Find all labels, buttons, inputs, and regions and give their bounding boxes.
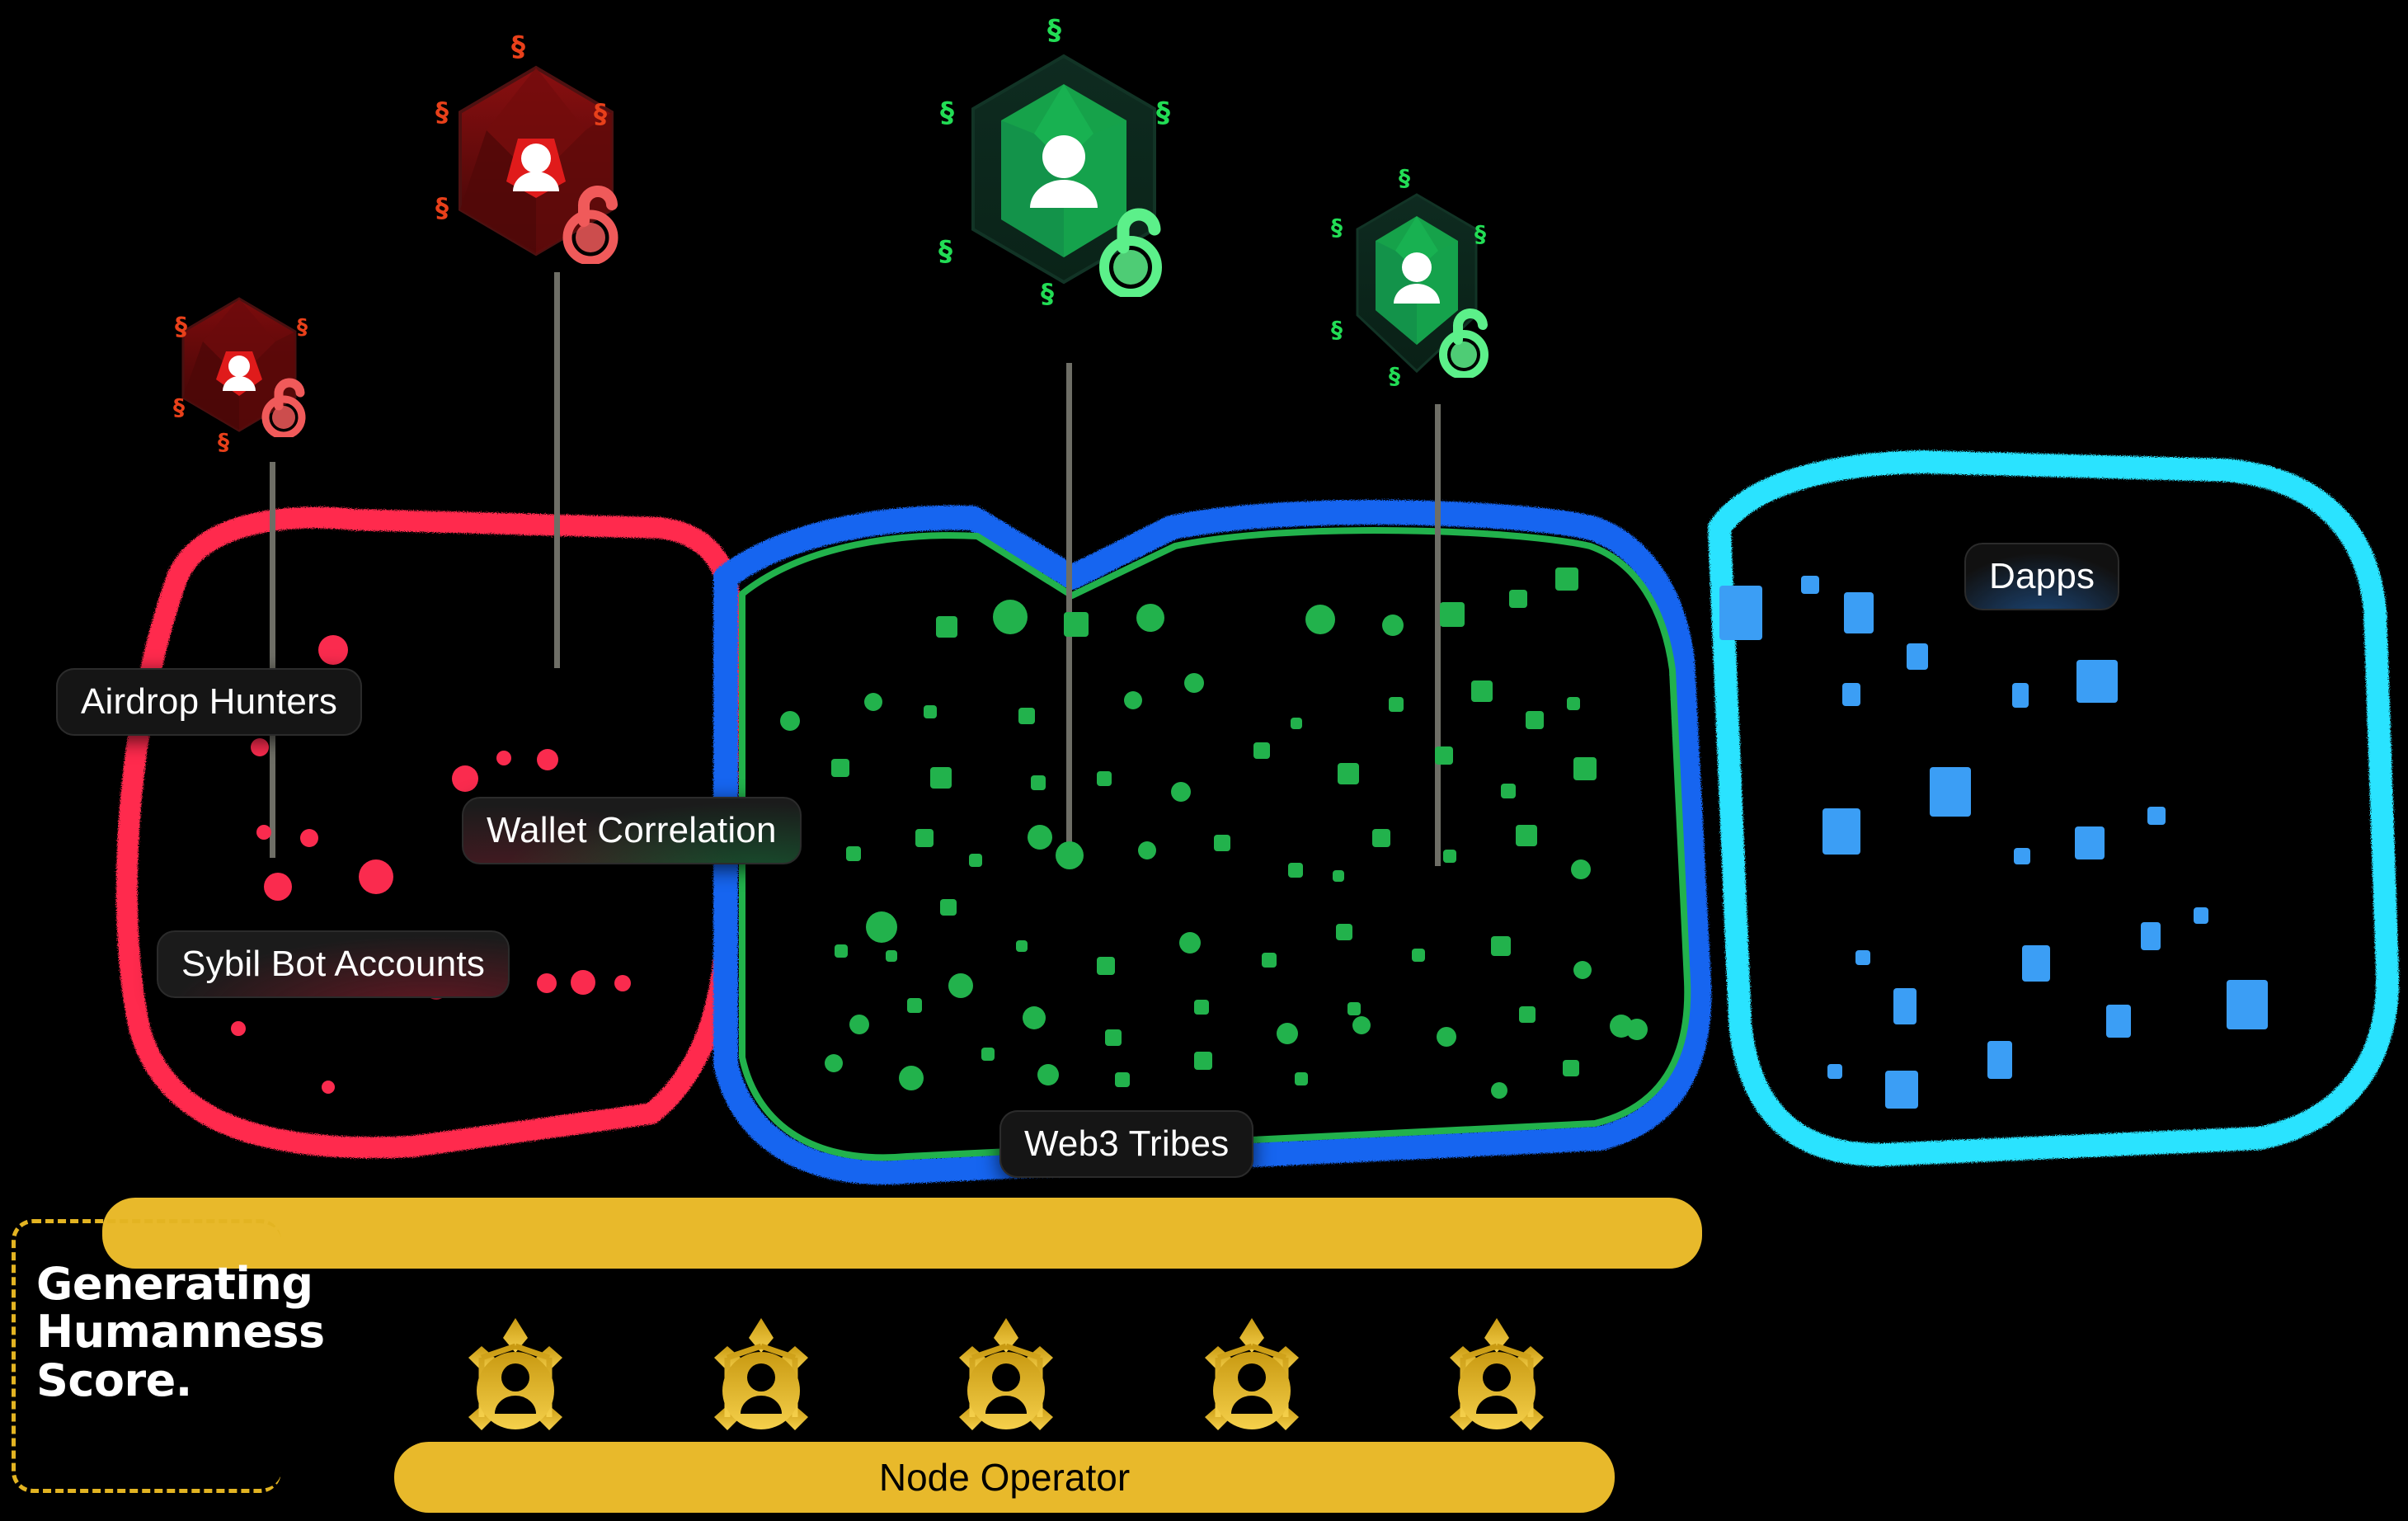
accent-glyph: § <box>1156 97 1170 129</box>
unlock-icon <box>1439 308 1489 378</box>
accent-glyph: § <box>1047 14 1061 47</box>
accent-glyph: § <box>511 31 525 64</box>
callout-line-2: Humanness <box>36 1306 325 1359</box>
avatar-node-verified-1[interactable]: § § § § § <box>932 16 1196 379</box>
diagram-canvas: § § § § § § § § § § § § § § § § § § Aird… <box>0 0 2408 1521</box>
callout-line-1: Generating <box>36 1258 313 1310</box>
accent-glyph: § <box>940 97 954 129</box>
accent-glyph: § <box>173 393 185 421</box>
avatar-node-verified-2[interactable]: § § § § § <box>1326 165 1507 412</box>
callout-line-3: Score. <box>36 1354 192 1406</box>
node-operator-icon[interactable] <box>1427 1310 1567 1454</box>
accent-glyph: § <box>594 98 607 129</box>
label-dapps[interactable]: Dapps <box>1964 543 2119 610</box>
accent-glyph: § <box>938 235 952 268</box>
label-wallet-correlation[interactable]: Wallet Correlation <box>462 797 802 864</box>
node-operator-icon[interactable] <box>936 1310 1076 1454</box>
node-operator-icon[interactable] <box>445 1310 586 1454</box>
accent-glyph: § <box>1389 362 1400 389</box>
label-sybil-bot-accounts[interactable]: Sybil Bot Accounts <box>157 930 510 998</box>
node-operator-icon[interactable] <box>691 1310 831 1454</box>
accent-glyph: § <box>435 192 449 224</box>
accent-glyph: § <box>175 313 187 341</box>
unlock-icon <box>1099 208 1162 297</box>
dapps-square-cluster <box>0 0 2408 1521</box>
accent-glyph: § <box>1041 278 1054 309</box>
avatar-node-flagged-1[interactable]: § § § § <box>165 280 313 454</box>
avatar-node-flagged-2[interactable]: § § § § <box>429 33 643 280</box>
accent-glyph: § <box>1331 214 1343 241</box>
hex-gem-green-large <box>971 54 1156 285</box>
accent-glyph: § <box>1399 164 1410 191</box>
label-airdrop-hunters[interactable]: Airdrop Hunters <box>56 668 363 736</box>
accent-glyph: § <box>1474 220 1486 247</box>
accent-glyph: § <box>1331 316 1343 343</box>
aggregation-bar <box>102 1198 1702 1269</box>
accent-glyph: § <box>435 97 449 128</box>
unlock-icon <box>562 186 618 264</box>
unlock-icon <box>261 378 306 437</box>
node-operator-bar[interactable]: Node Operator <box>394 1442 1615 1513</box>
accent-glyph: § <box>218 428 229 455</box>
node-operator-icons <box>445 1310 1567 1458</box>
node-operator-icon[interactable] <box>1182 1310 1322 1454</box>
label-web3-tribes[interactable]: Web3 Tribes <box>999 1110 1254 1178</box>
accent-glyph: § <box>297 315 308 340</box>
humanness-score-text: Generating Humanness Score. <box>36 1260 325 1405</box>
